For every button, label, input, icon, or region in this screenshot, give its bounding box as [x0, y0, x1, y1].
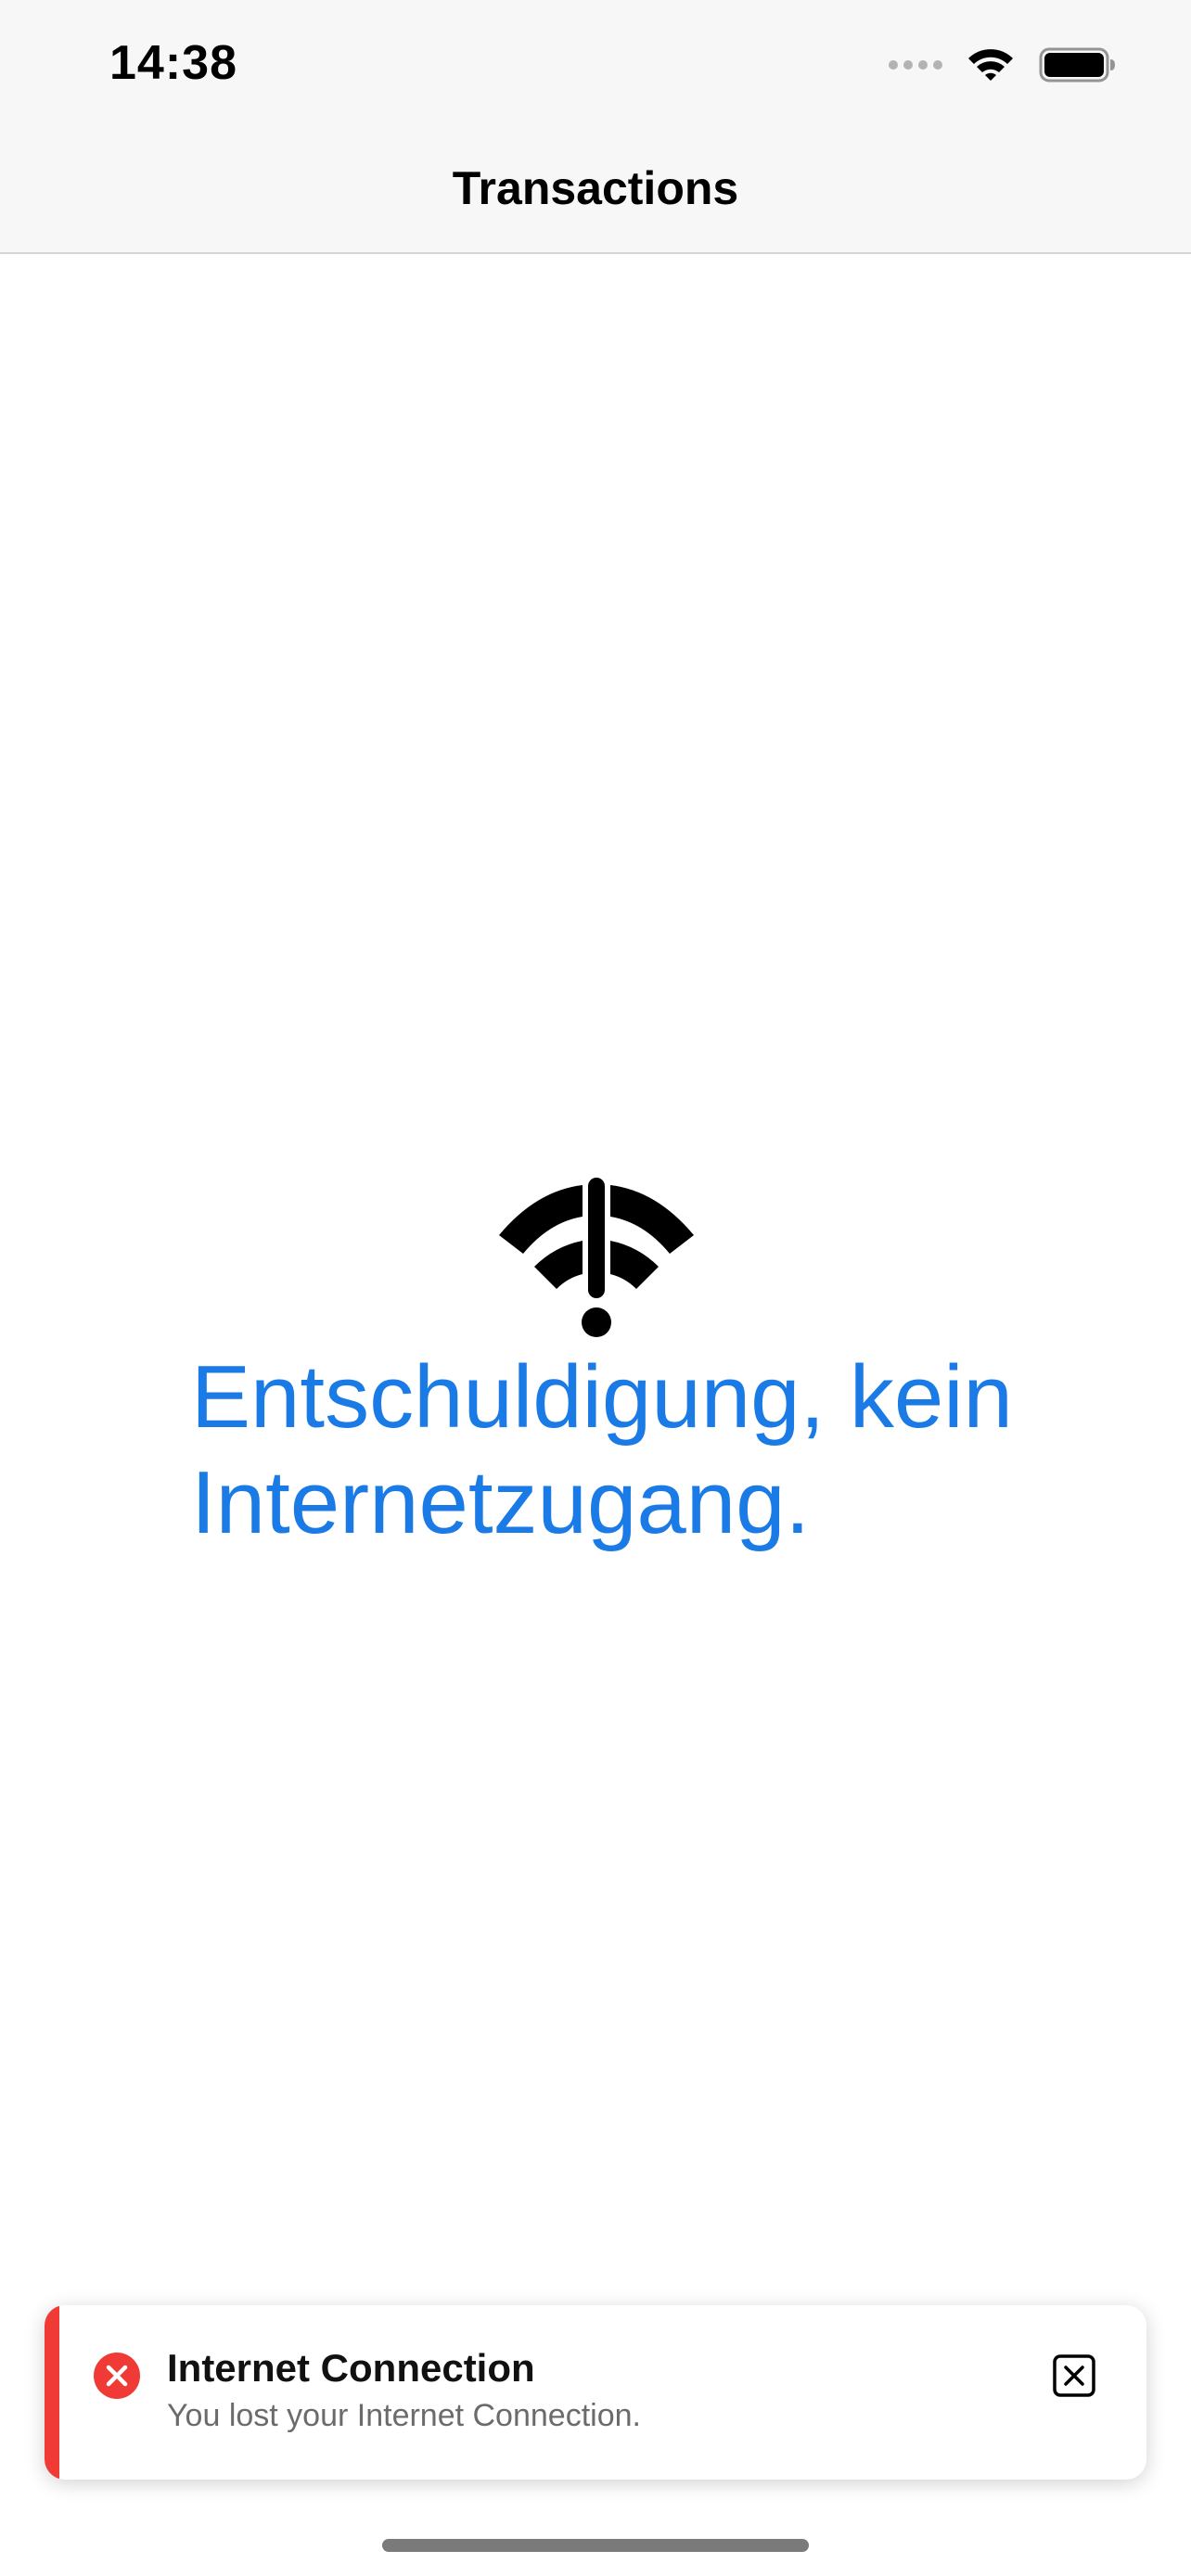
status-icons	[889, 46, 1117, 83]
wifi-icon	[968, 49, 1013, 81]
battery-icon	[1039, 47, 1115, 83]
page-title: Transactions	[452, 162, 739, 214]
home-indicator[interactable]	[382, 2539, 809, 2552]
error-toast: Internet Connection You lost your Intern…	[45, 2305, 1146, 2480]
wifi-exclamation-icon	[499, 1178, 694, 1337]
close-icon[interactable]	[1052, 2353, 1096, 2398]
signal-dots-icon	[889, 60, 942, 70]
status-time: 14:38	[109, 36, 237, 90]
empty-state-message: Entschuldigung, kein Internetzugang.	[191, 1347, 1013, 1552]
toast-title: Internet Connection	[167, 2346, 535, 2390]
navigation-bar: Transactions	[0, 130, 1191, 254]
toast-message: You lost your Internet Connection.	[167, 2398, 641, 2433]
toast-accent-bar	[45, 2305, 59, 2480]
error-icon	[94, 2353, 140, 2399]
screen: 14:38 Transactions Entschuldigung, kein …	[0, 0, 1191, 2576]
status-bar: 14:38	[0, 0, 1191, 130]
